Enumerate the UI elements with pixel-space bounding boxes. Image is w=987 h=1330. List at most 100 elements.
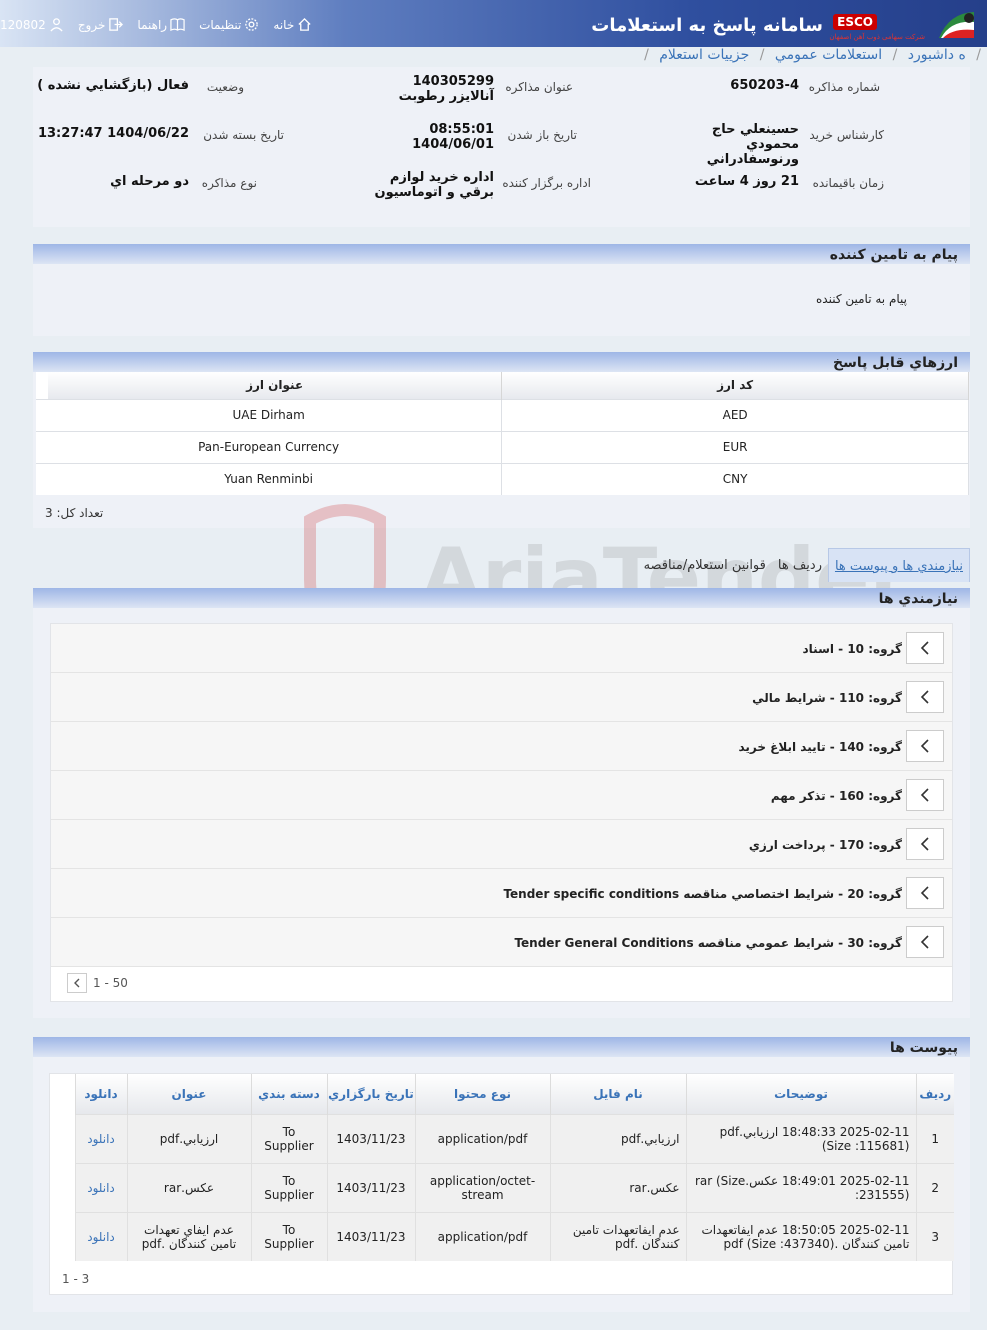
- table-row[interactable]: 3 2025-02-11 18:50:05 عدم ايفاتعهدات تام…: [50, 1211, 954, 1261]
- expand-button[interactable]: [906, 632, 944, 664]
- col-currency-code[interactable]: کد ارز: [501, 372, 969, 399]
- buyer-label: کارشناس خريد: [809, 128, 884, 142]
- tab-rules[interactable]: قوانين استعلام/مناقصه: [638, 548, 772, 582]
- app-title: سامانه پاسخ به استعلامات: [591, 15, 823, 36]
- row-index: 3: [915, 1211, 954, 1261]
- list-item[interactable]: گروه: 170 - پرداخت ارزي: [51, 820, 952, 869]
- expand-button[interactable]: [906, 877, 944, 909]
- gear-icon: [245, 18, 259, 31]
- col-index[interactable]: رديف: [915, 1074, 954, 1114]
- user-icon: [50, 18, 63, 32]
- currency-code: EUR: [501, 430, 969, 463]
- row-category: To Supplier: [250, 1211, 327, 1261]
- breadcrumb-public-inquiries[interactable]: استعلامات عمومي: [775, 47, 882, 63]
- company-logo-icon: [939, 12, 974, 38]
- row-upload-date: 1403/11/23: [326, 1113, 415, 1163]
- organizer: اداره خريد لوازم برقي و اتوماسيون: [374, 170, 494, 200]
- row-content-type: application/octet-stream: [414, 1162, 550, 1212]
- breadcrumb-inquiry-details[interactable]: جزييات استعلام: [659, 47, 749, 63]
- tab-rows[interactable]: رديف ها: [772, 548, 828, 582]
- row-title: ارزيابي.pdf: [126, 1113, 251, 1163]
- chevron-left-icon: [920, 739, 929, 753]
- col-category[interactable]: دسته بندي: [250, 1074, 327, 1114]
- chevron-left-icon: [74, 978, 80, 988]
- table-row[interactable]: 1 2025-02-11 18:48:33 ارزيابي.pdf (Size …: [50, 1113, 954, 1163]
- expand-button[interactable]: [906, 779, 944, 811]
- list-item[interactable]: گروه: 10 - اسناد: [51, 624, 952, 673]
- settings-label: تنظیمات: [199, 17, 242, 32]
- row-index: 2: [915, 1162, 954, 1212]
- type-label: نوع مذاکره: [201, 176, 257, 190]
- settings-button[interactable]: تنظیمات: [199, 17, 259, 32]
- col-currency-name[interactable]: عنوان ارز: [47, 372, 503, 399]
- currency-name: Pan-European Currency: [36, 430, 503, 463]
- row-filename: عدم ايفاتعهدات تامين کنندگان .pdf: [549, 1211, 686, 1261]
- logout-label: خروج: [77, 17, 106, 32]
- brand-badge: ESCO: [833, 14, 877, 30]
- row-description: 2025-02-11 18:50:05 عدم ايفاتعهدات تامين…: [685, 1211, 916, 1261]
- download-link[interactable]: دانلود: [87, 1132, 115, 1146]
- help-button[interactable]: راهنما: [137, 17, 185, 32]
- list-item[interactable]: گروه: 140 - تاييد ابلاغ خريد: [51, 722, 952, 771]
- open-date: 08:55:01 1404/06/01: [412, 122, 494, 152]
- list-item[interactable]: گروه: 20 - شرايط اختصاصي مناقصه Tender s…: [51, 869, 952, 918]
- supplier-message-panel: پيام به تامين کننده پيام به تامين کننده: [33, 244, 970, 336]
- attachments-panel: پيوست ها رديف توضيحات نام فايل نوع محتوا…: [33, 1037, 970, 1312]
- home-icon: [298, 17, 311, 31]
- expand-button[interactable]: [906, 926, 944, 958]
- home-label: خانه: [273, 17, 295, 32]
- buyer-name: حسينعلي حاج محمودي ورنوسفادراني: [706, 122, 799, 167]
- supplier-message-body: پيام به تامين کننده: [816, 292, 907, 306]
- expand-button[interactable]: [906, 828, 944, 860]
- row-title: عکس.rar: [126, 1162, 251, 1212]
- row-category: To Supplier: [250, 1113, 327, 1163]
- breadcrumb: / ه داشبورد / استعلامات عمومي / جزييات ا…: [644, 47, 981, 63]
- expand-button[interactable]: [906, 730, 944, 762]
- col-filename[interactable]: نام فايل: [549, 1074, 686, 1114]
- logout-button[interactable]: خروج: [78, 17, 124, 32]
- table-row[interactable]: 2 2025-02-11 18:49:01 عکس.rar (Size :231…: [50, 1162, 954, 1212]
- currencies-total: تعداد کل: 3: [45, 506, 104, 520]
- col-upload-date[interactable]: تاريخ بارگزاري: [326, 1074, 415, 1114]
- col-description[interactable]: توضيحات: [685, 1074, 916, 1114]
- group-title: گروه: 170 - پرداخت ارزي: [748, 838, 902, 852]
- currency-name: UAE Dirham: [36, 398, 503, 431]
- table-row[interactable]: Yuan Renminbi CNY: [36, 462, 969, 495]
- row-filename: عکس.rar: [549, 1162, 686, 1212]
- close-date-label: تاريخ بسته شدن: [203, 128, 284, 142]
- logout-icon: [109, 18, 124, 31]
- download-link[interactable]: دانلود: [87, 1230, 115, 1244]
- remaining-time: 21 روز 4 ساعت: [694, 174, 799, 189]
- group-title: گروه: 110 - شرايط مالي: [752, 691, 902, 705]
- top-header: ESCO شرکت سهامی ذوب آهن اصفهان سامانه پا…: [0, 0, 987, 47]
- pager-next-button[interactable]: [67, 973, 87, 993]
- col-title[interactable]: عنوان: [126, 1074, 251, 1114]
- user-menu[interactable]: 120802: [0, 17, 64, 32]
- row-category: To Supplier: [250, 1162, 327, 1212]
- row-title: عدم ايفاي تعهدات تامين کنندگان .pdf: [126, 1211, 251, 1261]
- requirements-panel: نيازمندي ها گروه: 10 - اسناد گروه: 110 -…: [33, 588, 970, 1018]
- row-content-type: application/pdf: [414, 1211, 550, 1261]
- table-row[interactable]: Pan-European Currency EUR: [36, 430, 969, 463]
- tab-requirements[interactable]: نيازمندي ها و پيوست ها: [827, 548, 970, 582]
- table-row[interactable]: UAE Dirham AED: [36, 398, 969, 431]
- expand-button[interactable]: [906, 681, 944, 713]
- group-title: گروه: 30 - شرايط عمومي مناقصه Tender Gen…: [514, 936, 902, 950]
- home-button[interactable]: خانه: [273, 17, 312, 32]
- row-index: 1: [915, 1113, 954, 1163]
- col-content-type[interactable]: نوع محتوا: [414, 1074, 550, 1114]
- list-item[interactable]: گروه: 110 - شرايط مالي: [51, 673, 952, 722]
- list-item[interactable]: گروه: 30 - شرايط عمومي مناقصه Tender Gen…: [51, 918, 952, 967]
- negotiation-number-label: شماره مذاکره: [808, 80, 880, 94]
- organizer-label: اداره برگزار کننده: [502, 176, 591, 190]
- row-content-type: application/pdf: [414, 1113, 550, 1163]
- negotiation-type: دو مرحله اي: [110, 174, 189, 189]
- col-download[interactable]: دانلود: [74, 1074, 127, 1114]
- breadcrumb-dashboard[interactable]: ه داشبورد: [908, 47, 966, 63]
- remaining-label: زمان باقيمانده: [812, 176, 884, 190]
- chevron-left-icon: [920, 788, 929, 802]
- row-description: 2025-02-11 18:48:33 ارزيابي.pdf (Size :1…: [685, 1113, 916, 1163]
- list-item[interactable]: گروه: 160 - تذکر مهم: [51, 771, 952, 820]
- download-link[interactable]: دانلود: [87, 1181, 115, 1195]
- chevron-left-icon: [920, 935, 929, 949]
